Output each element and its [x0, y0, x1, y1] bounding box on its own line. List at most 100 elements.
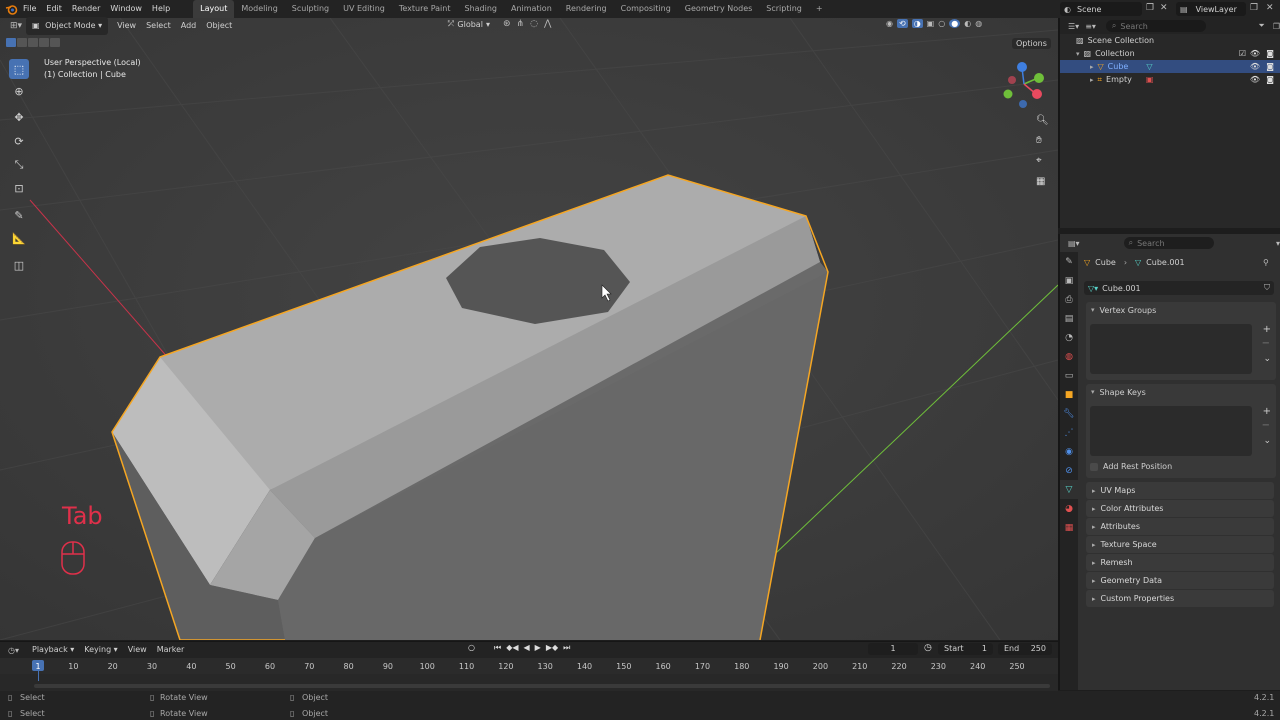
eye-icon[interactable]: 👁︎	[1250, 62, 1260, 71]
tab-scripting[interactable]: Scripting	[759, 0, 809, 18]
vertex-groups-menu-icon[interactable]: ⌄	[1263, 354, 1271, 364]
properties-editor-icon[interactable]: ▤▾	[1068, 239, 1080, 248]
measure-tool-icon[interactable]: 📐	[9, 228, 29, 248]
menu-object[interactable]: Object	[201, 18, 237, 34]
add-workspace-button[interactable]: +	[809, 0, 830, 18]
delete-view-layer-icon[interactable]: ✕	[1266, 3, 1274, 13]
physics-tab-icon[interactable]: ◉	[1060, 442, 1078, 461]
delete-scene-icon[interactable]: ✕	[1160, 3, 1168, 13]
falloff-icon[interactable]: ⋀	[544, 19, 557, 29]
rendered-shading-icon[interactable]: ◍	[975, 19, 982, 28]
gizmo-toggle-icon[interactable]: ⟲	[896, 19, 908, 28]
pivot-icon[interactable]: ⊛	[503, 19, 517, 29]
menu-render[interactable]: Render	[67, 0, 105, 18]
cursor-tool-icon[interactable]: ⊕	[9, 81, 29, 101]
menu-marker[interactable]: Marker	[152, 642, 190, 658]
solid-shading-icon[interactable]: ●	[949, 19, 961, 28]
chevron-right-icon[interactable]: ▸	[1090, 76, 1094, 84]
scene-tab-icon[interactable]: ◔	[1060, 328, 1078, 347]
world-tab-icon[interactable]: ◍	[1060, 347, 1078, 366]
menu-playback[interactable]: Playback ▾	[27, 642, 79, 658]
tab-uv-editing[interactable]: UV Editing	[336, 0, 392, 18]
menu-add[interactable]: Add	[176, 18, 202, 34]
tab-geometry-nodes[interactable]: Geometry Nodes	[678, 0, 759, 18]
tab-modeling[interactable]: Modeling	[234, 0, 284, 18]
collection-tab-icon[interactable]: ▭	[1060, 366, 1078, 385]
select-tool-icon[interactable]: ⬚	[9, 59, 29, 79]
filter-icon[interactable]: ⏷	[1258, 21, 1264, 31]
chevron-down-icon[interactable]: ▾	[1276, 239, 1280, 248]
menu-timeline-view[interactable]: View	[123, 642, 152, 658]
particles-tab-icon[interactable]: ⋰	[1060, 423, 1078, 442]
menu-view[interactable]: View	[112, 18, 141, 34]
camera-icon[interactable]: ◙	[1266, 49, 1274, 58]
menu-help[interactable]: Help	[147, 0, 175, 18]
menu-select[interactable]: Select	[141, 18, 176, 34]
new-view-layer-icon[interactable]: ❐	[1250, 3, 1258, 13]
shape-keys-header[interactable]: ▾ Shape Keys	[1086, 384, 1276, 400]
xray-icon[interactable]: ▣	[927, 19, 935, 28]
timeline-scrollbar[interactable]	[34, 684, 1050, 688]
vertex-groups-header[interactable]: ▾ Vertex Groups	[1086, 302, 1276, 318]
remesh-panel[interactable]: ▸ Remesh	[1086, 554, 1274, 571]
end-frame-field[interactable]: End 250	[998, 643, 1052, 655]
view-layer-tab-icon[interactable]: ▤	[1060, 309, 1078, 328]
select-new-icon[interactable]	[6, 38, 16, 47]
start-frame-field[interactable]: Start 1	[938, 643, 993, 655]
remove-vertex-group-icon[interactable]: −	[1262, 338, 1270, 349]
jump-keyframe-forward-icon[interactable]: ▶◆	[546, 643, 558, 653]
outliner-row-collection[interactable]: ▾ ▨ Collection ☑ 👁︎ ◙	[1060, 47, 1280, 60]
chevron-right-icon[interactable]: ▸	[1090, 63, 1094, 71]
add-shape-key-icon[interactable]: +	[1263, 406, 1271, 417]
output-tab-icon[interactable]: ⎙	[1060, 290, 1078, 309]
texture-space-panel[interactable]: ▸ Texture Space	[1086, 536, 1274, 553]
pan-hand-icon[interactable]: ✋︎	[1036, 135, 1042, 146]
exclude-checkbox[interactable]: ☑	[1239, 49, 1246, 58]
tab-shading[interactable]: Shading	[457, 0, 504, 18]
attributes-panel[interactable]: ▸ Attributes	[1086, 518, 1274, 535]
tab-sculpting[interactable]: Sculpting	[285, 0, 336, 18]
remove-shape-key-icon[interactable]: −	[1262, 420, 1270, 431]
outliner-editor-icon[interactable]: ☰▾	[1068, 22, 1079, 31]
select-invert-icon[interactable]	[39, 38, 49, 47]
custom-properties-panel[interactable]: ▸ Custom Properties	[1086, 590, 1274, 607]
options-button[interactable]: Options	[1012, 38, 1051, 49]
select-extend-icon[interactable]	[17, 38, 27, 47]
tab-texture-paint[interactable]: Texture Paint	[392, 0, 458, 18]
outliner-row-cube[interactable]: ▸ ▽ Cube ▽ 👁︎ ◙	[1060, 60, 1280, 73]
proportional-edit-icon[interactable]: ◌	[530, 19, 544, 29]
camera-view-icon[interactable]: ⌖	[1036, 155, 1042, 166]
new-scene-icon[interactable]: ❐	[1146, 3, 1154, 13]
menu-file[interactable]: File	[18, 0, 41, 18]
mesh-browse-icon[interactable]: ▽▾	[1088, 284, 1098, 293]
annotate-tool-icon[interactable]: ✎	[9, 205, 29, 225]
texture-tab-icon[interactable]: ▦	[1060, 518, 1078, 537]
timeline-editor-icon[interactable]: ◷▾	[8, 646, 19, 655]
tab-layout[interactable]: Layout	[193, 0, 235, 18]
shape-keys-menu-icon[interactable]: ⌄	[1263, 436, 1271, 446]
select-subtract-icon[interactable]	[28, 38, 38, 47]
mode-dropdown[interactable]: ▣ Object Mode ▾	[26, 17, 109, 35]
camera-icon[interactable]: ◙	[1266, 62, 1274, 71]
object-tab-icon[interactable]: ■	[1060, 385, 1078, 404]
snapping-controls[interactable]: ⊛⋔◌⋀	[503, 19, 557, 29]
menu-window[interactable]: Window	[105, 0, 147, 18]
transform-orientation[interactable]: ⤱ Global ▾	[448, 19, 490, 29]
properties-search-input[interactable]: ⌕ Search	[1123, 237, 1214, 249]
constraints-tab-icon[interactable]: ⊘	[1060, 461, 1078, 480]
jump-keyframe-back-icon[interactable]: ◆◀	[506, 643, 518, 653]
data-tab-icon[interactable]: ▽	[1060, 480, 1078, 499]
stopwatch-icon[interactable]: ◷	[924, 643, 932, 653]
zoom-icon[interactable]: 🔍︎	[1036, 115, 1049, 126]
mesh-datablock-field[interactable]: ▽▾ Cube.001 ⛉	[1084, 281, 1274, 295]
move-tool-icon[interactable]: ✥	[9, 107, 29, 127]
vertex-groups-list[interactable]	[1090, 324, 1252, 374]
outliner-search-input[interactable]: ⌕ Search	[1105, 20, 1207, 32]
tab-compositing[interactable]: Compositing	[614, 0, 678, 18]
wireframe-shading-icon[interactable]: ○	[938, 19, 945, 28]
shape-keys-list[interactable]	[1090, 406, 1252, 456]
tool-tab-icon[interactable]: ✎	[1060, 252, 1078, 271]
editor-type-icon[interactable]: ⊞▾	[6, 19, 26, 33]
play-icon[interactable]: ▶	[535, 643, 541, 653]
tab-rendering[interactable]: Rendering	[559, 0, 614, 18]
